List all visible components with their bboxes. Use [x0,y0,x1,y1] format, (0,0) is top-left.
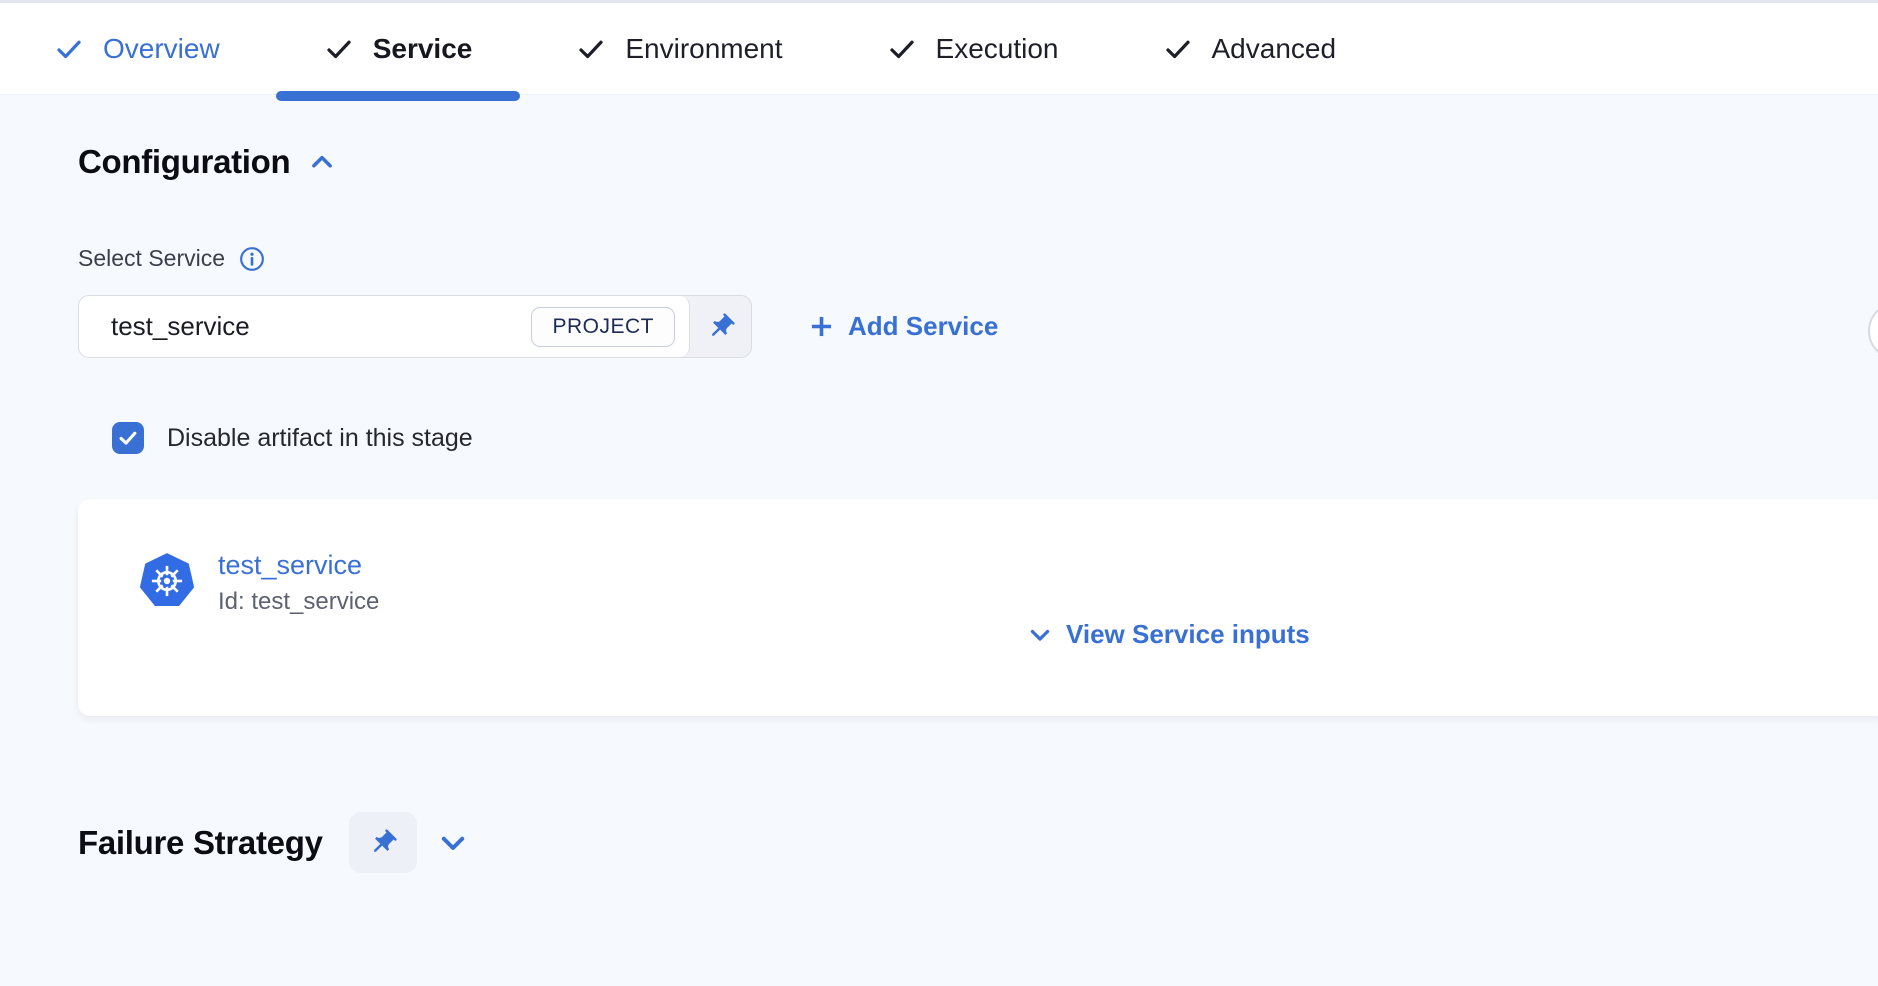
service-select-input[interactable]: test_service PROJECT [79,296,690,357]
tab-label: Advanced [1212,33,1337,65]
service-pin-button[interactable] [690,296,751,357]
pin-icon [706,312,736,342]
check-icon [54,34,84,64]
add-service-button[interactable]: Add Service [808,311,998,342]
disable-artifact-row: Disable artifact in this stage [112,422,1878,454]
tab-service[interactable]: Service [272,3,525,94]
select-service-label: Select Service [78,245,225,272]
check-icon [576,34,606,64]
service-select-group: test_service PROJECT [78,295,752,358]
chevron-down-icon [1026,621,1054,649]
select-service-row: test_service PROJECT Add Service [78,295,1878,358]
kubernetes-icon [138,551,196,611]
service-scope-badge: PROJECT [531,307,675,347]
service-name-link[interactable]: test_service [218,549,379,581]
service-select-value: test_service [111,311,250,342]
plus-icon [808,313,835,340]
tab-environment[interactable]: Environment [524,3,834,94]
configuration-title: Configuration [78,143,290,181]
failure-strategy-heading: Failure Strategy [78,824,323,862]
tab-label: Service [373,33,473,65]
failure-strategy-row: Failure Strategy [78,812,1878,873]
tab-execution[interactable]: Execution [835,3,1111,94]
tab-label: Overview [103,33,220,65]
pin-icon [368,828,398,858]
tab-overview[interactable]: Overview [2,3,272,94]
chevron-up-icon[interactable] [307,147,337,177]
disable-artifact-checkbox[interactable] [112,422,144,454]
service-id-text: Id: test_service [218,588,379,616]
disable-artifact-label[interactable]: Disable artifact in this stage [167,424,473,453]
service-identity: test_service Id: test_service [138,549,379,616]
stage-tabbar: Overview Service Environment Execution A… [0,0,1878,95]
tab-label: Execution [936,33,1059,65]
service-card: test_service Id: test_service View Servi… [78,499,1878,716]
view-service-inputs-button[interactable]: View Service inputs [1026,619,1310,650]
add-service-label: Add Service [848,311,998,342]
configuration-section-heading: Configuration [78,143,1878,181]
info-icon[interactable] [239,246,265,272]
failure-strategy-pin-button[interactable] [349,812,417,873]
check-icon [1163,34,1193,64]
tab-label: Environment [625,33,782,65]
stage-config-panel: Configuration Select Service test_servic… [0,143,1878,873]
tab-advanced[interactable]: Advanced [1111,3,1389,94]
failure-strategy-title: Failure Strategy [78,824,323,862]
check-icon [324,34,354,64]
chevron-down-icon[interactable] [436,826,470,860]
check-icon [887,34,917,64]
select-service-label-row: Select Service [78,245,1878,272]
view-service-inputs-label: View Service inputs [1066,619,1310,650]
service-identity-text: test_service Id: test_service [218,549,379,616]
